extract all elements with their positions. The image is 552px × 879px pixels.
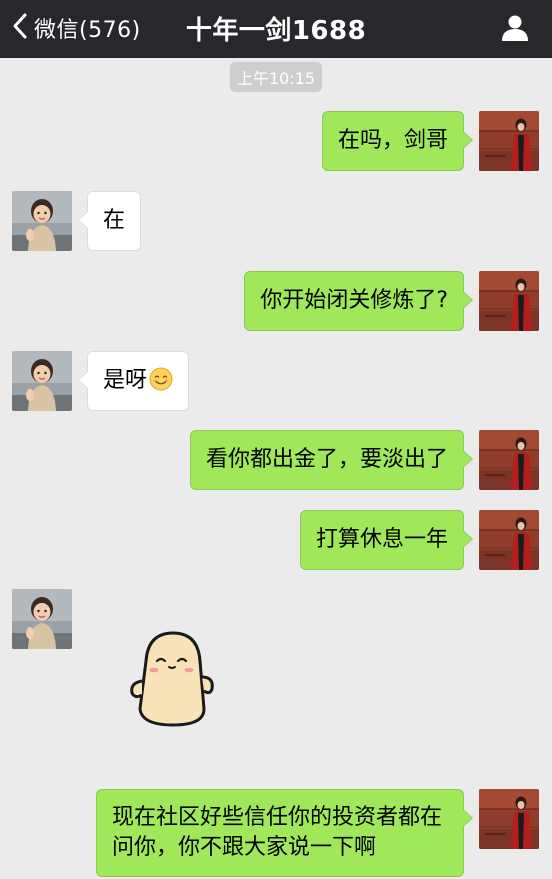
my-avatar[interactable] [479,111,539,171]
friend-avatar[interactable] [12,191,72,251]
message-bubble[interactable]: 在 [77,191,142,251]
friend-avatar[interactable] [12,351,72,411]
chevron-left-icon [10,12,30,44]
message-bubble[interactable]: 打算休息一年 [299,510,474,570]
message-row: 看你都出金了，要淡出了 [0,430,552,490]
message-row: 是呀 [0,351,552,411]
message-bubble[interactable]: 在吗，剑哥 [321,111,474,171]
my-avatar[interactable] [479,271,539,331]
my-avatar[interactable] [479,510,539,570]
smile-emoji-icon [149,367,173,391]
my-avatar[interactable] [479,789,539,849]
message-bubble[interactable]: 看你都出金了，要淡出了 [189,430,474,490]
message-row: 在 [0,191,552,251]
message-row: 在吗，剑哥 [0,111,552,171]
message-text: 是呀 [103,368,148,393]
message-row: 打算休息一年 [0,510,552,570]
person-icon [500,15,530,47]
message-bubble[interactable]: 是呀 [77,351,190,411]
my-avatar[interactable] [479,430,539,490]
message-row [0,589,552,739]
message-bubble[interactable]: 你开始闭关修炼了? [244,271,473,331]
message-bubble[interactable]: 现在社区好些信任你的投资者都在问你，你不跟大家说一下啊 [96,789,473,877]
message-timestamp: 上午10:15 [229,62,323,92]
friend-avatar[interactable] [12,589,72,649]
back-button[interactable]: 微信(576) [10,11,141,45]
back-label: 微信(576) [34,18,141,43]
message-row: 你开始闭关修炼了? [0,271,552,331]
bean-character-sticker[interactable] [126,629,220,727]
chat-info-button[interactable] [500,13,530,43]
message-row: 现在社区好些信任你的投资者都在问你，你不跟大家说一下啊 [0,789,552,877]
nav-bar: 微信(576) 十年一剑1688 [0,0,552,58]
